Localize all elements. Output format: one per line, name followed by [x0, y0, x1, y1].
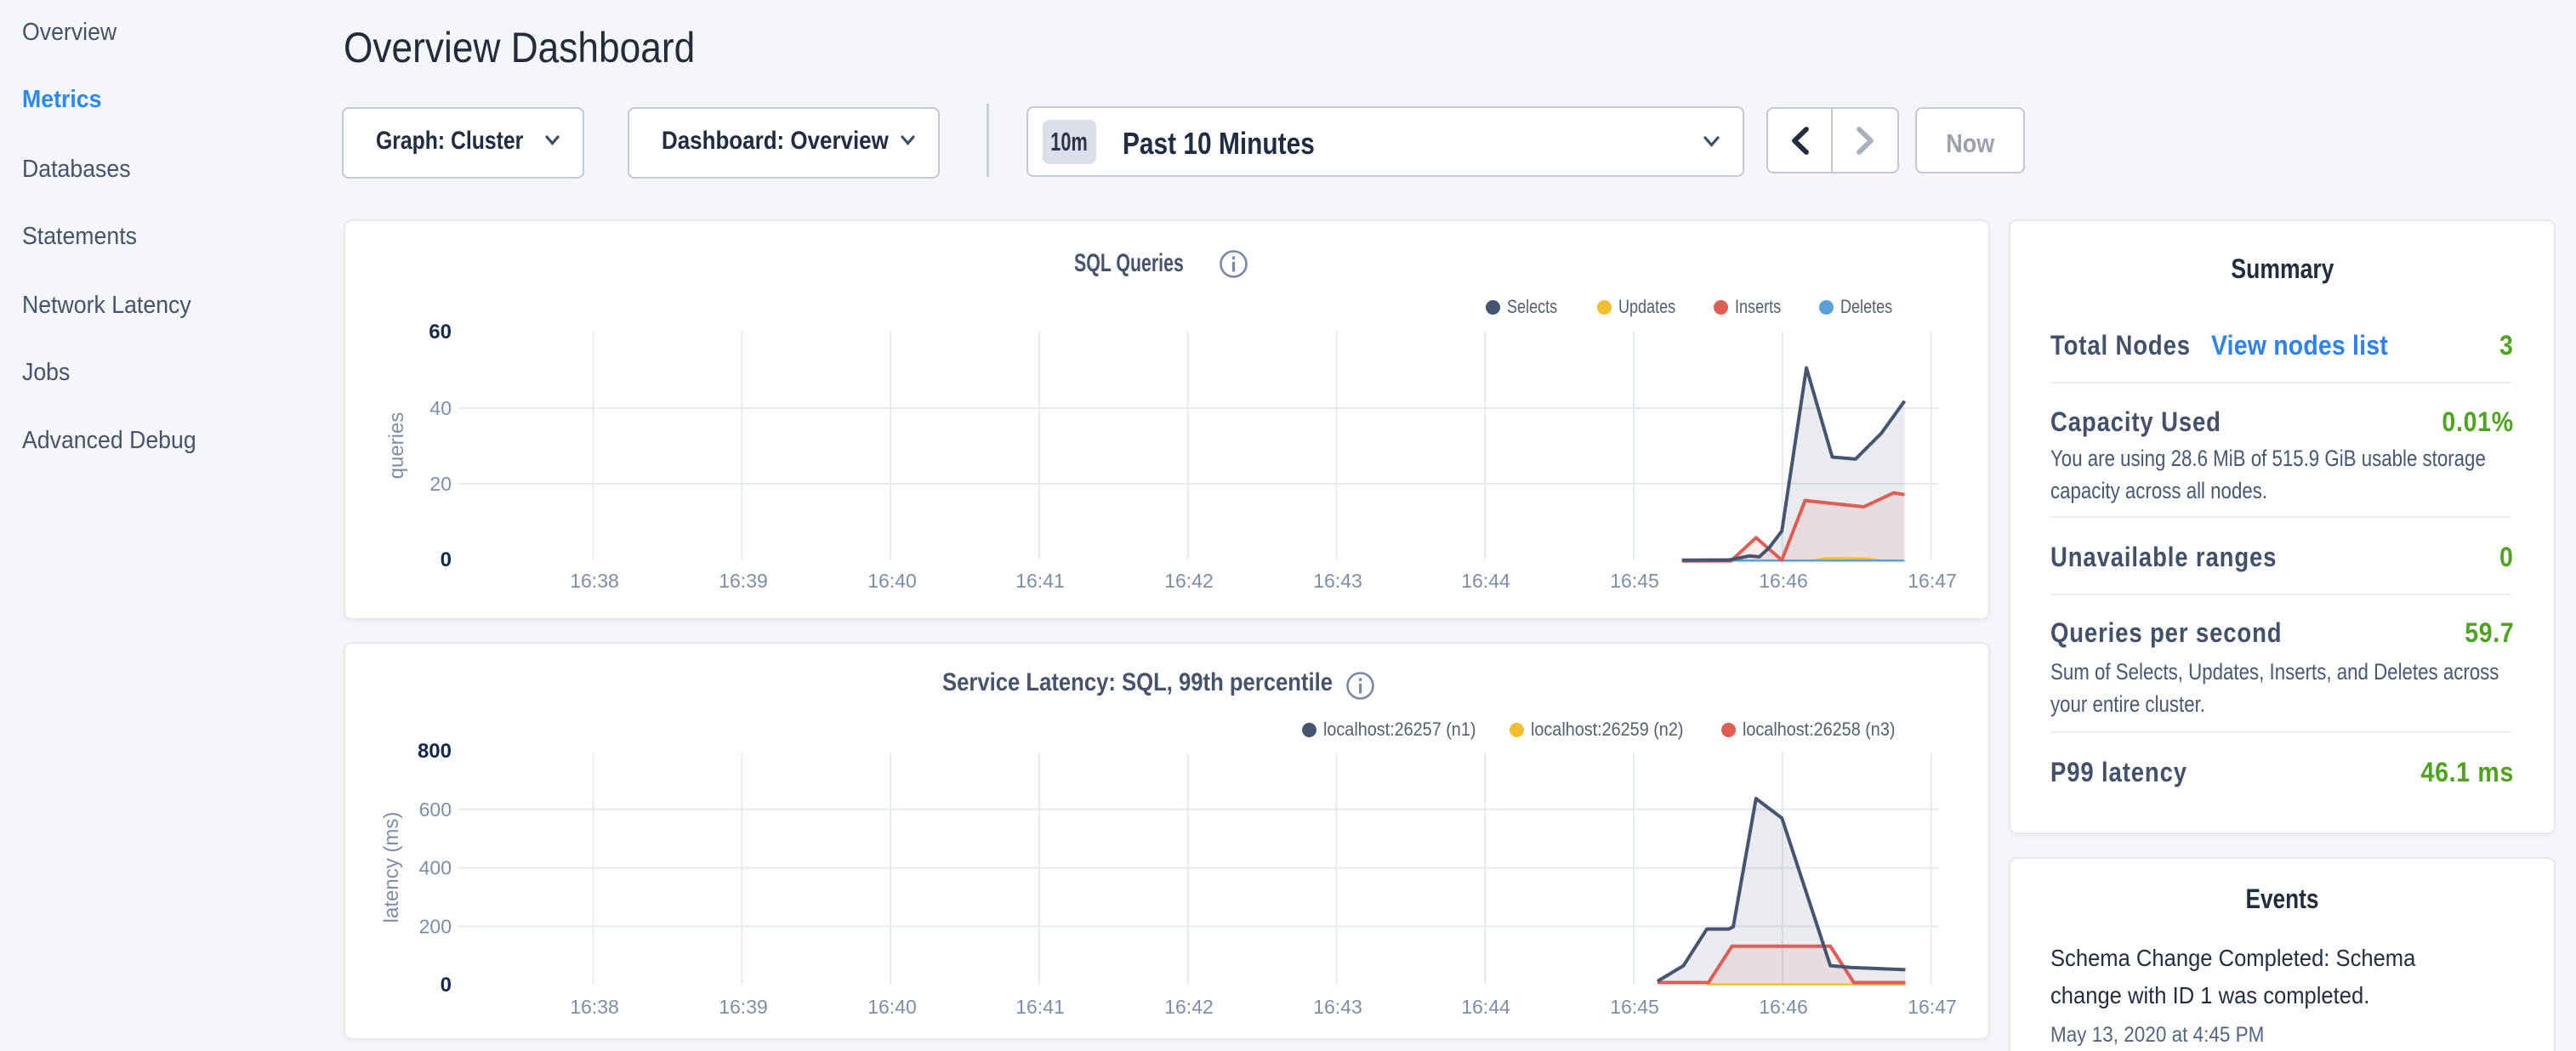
svg-text:16:42: 16:42 — [1164, 570, 1214, 592]
svg-text:16:38: 16:38 — [570, 996, 619, 1018]
svg-text:0: 0 — [441, 974, 452, 997]
svg-text:0: 0 — [441, 548, 452, 571]
svg-text:600: 600 — [419, 798, 452, 821]
svg-text:40: 40 — [429, 397, 452, 419]
svg-text:16:40: 16:40 — [867, 996, 917, 1018]
svg-text:20: 20 — [429, 473, 452, 495]
svg-text:16:39: 16:39 — [719, 996, 768, 1018]
svg-text:latency (ms): latency (ms) — [380, 812, 403, 923]
svg-text:16:41: 16:41 — [1015, 570, 1065, 592]
svg-text:16:45: 16:45 — [1610, 996, 1659, 1018]
svg-text:16:44: 16:44 — [1461, 996, 1510, 1018]
svg-text:16:47: 16:47 — [1908, 996, 1957, 1018]
svg-text:16:43: 16:43 — [1313, 570, 1362, 592]
svg-text:200: 200 — [419, 915, 452, 937]
svg-text:16:45: 16:45 — [1610, 570, 1659, 592]
svg-text:16:40: 16:40 — [867, 570, 917, 592]
svg-text:16:43: 16:43 — [1313, 996, 1362, 1018]
svg-text:800: 800 — [418, 740, 452, 763]
svg-text:16:42: 16:42 — [1164, 996, 1214, 1018]
svg-text:16:41: 16:41 — [1015, 996, 1065, 1018]
svg-text:16:46: 16:46 — [1759, 570, 1808, 592]
svg-text:16:47: 16:47 — [1908, 570, 1957, 592]
svg-text:16:39: 16:39 — [719, 570, 768, 592]
svg-text:400: 400 — [419, 857, 452, 879]
svg-text:queries: queries — [385, 412, 408, 480]
svg-text:16:38: 16:38 — [570, 570, 619, 592]
svg-text:60: 60 — [429, 321, 452, 344]
svg-text:16:46: 16:46 — [1759, 996, 1808, 1018]
svg-text:16:44: 16:44 — [1461, 570, 1510, 592]
